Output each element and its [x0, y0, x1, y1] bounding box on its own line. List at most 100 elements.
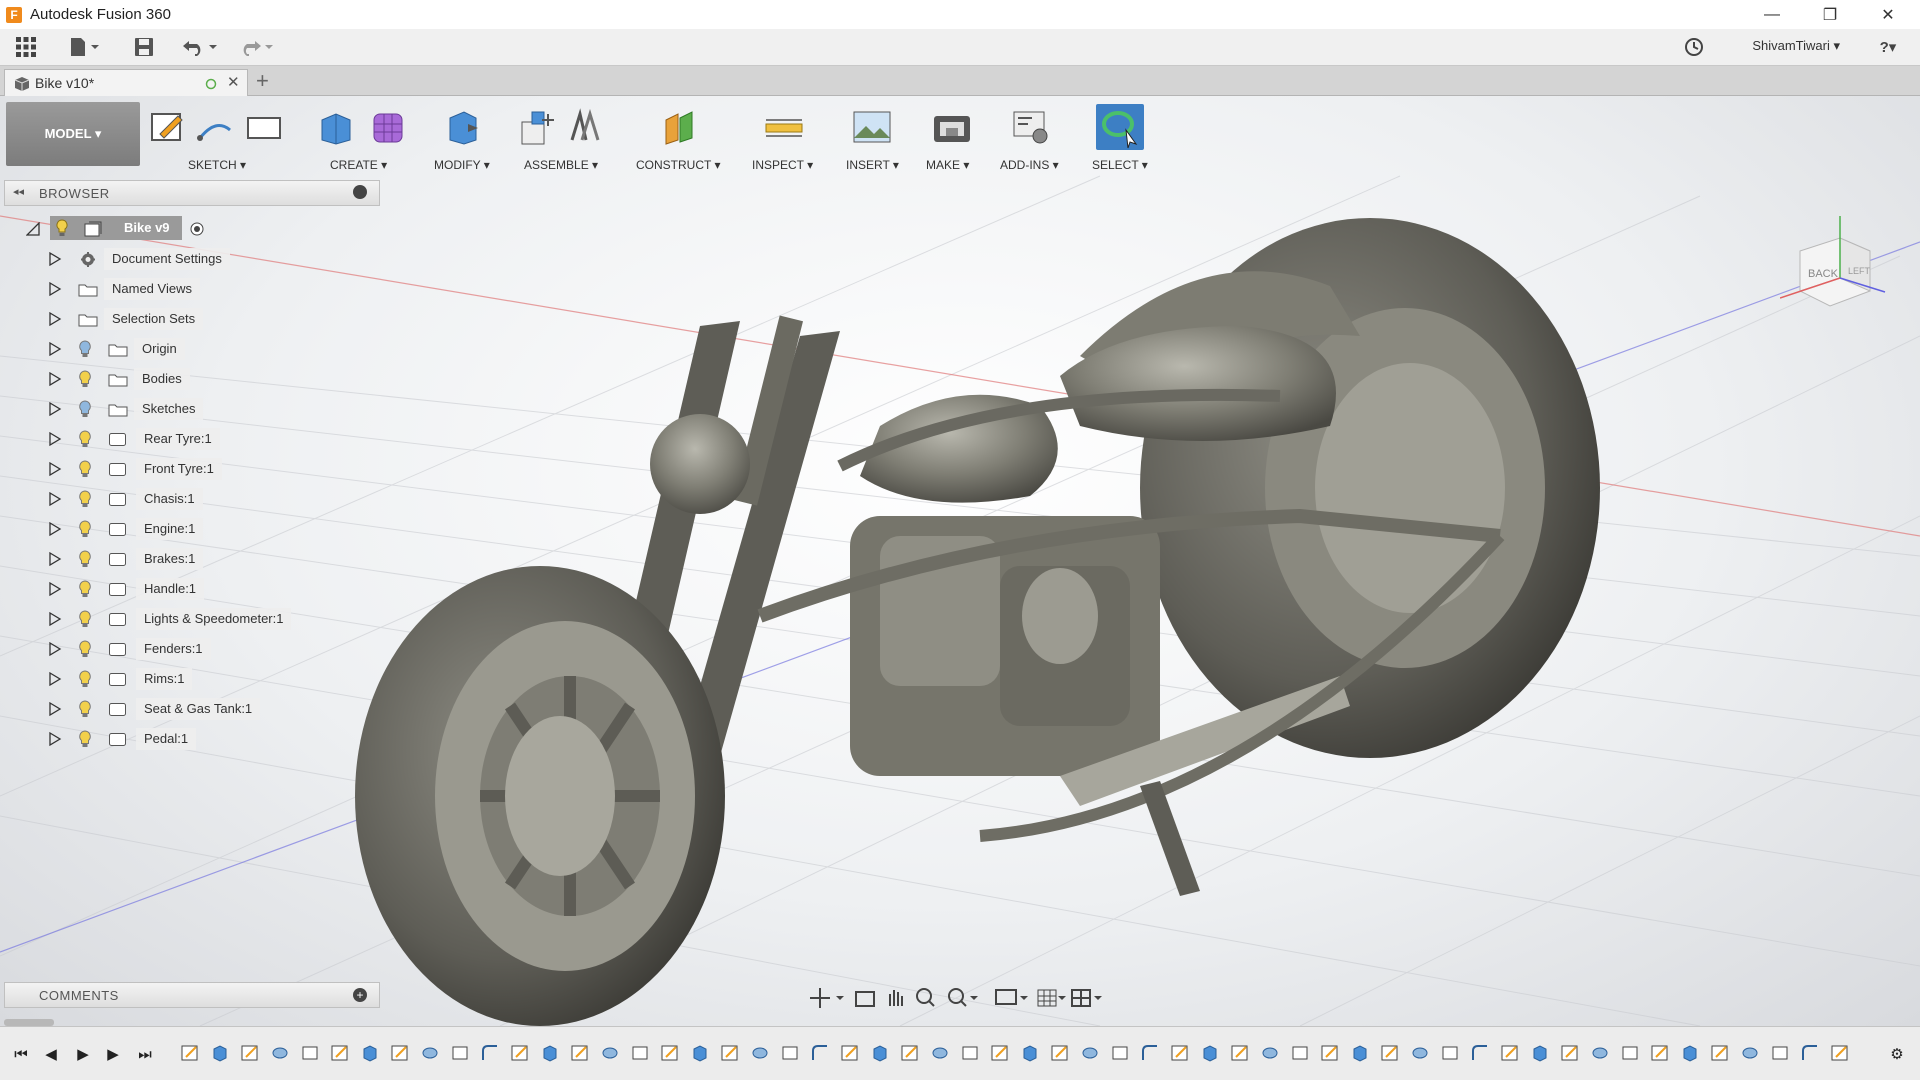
timeline-extrude-feature-icon[interactable] — [870, 1043, 890, 1063]
assemble-group[interactable]: ASSEMBLE ▾ — [518, 100, 614, 172]
timeline-box-feature-icon[interactable] — [1440, 1043, 1460, 1063]
timeline-sketch-feature-icon[interactable] — [990, 1043, 1010, 1063]
joint-icon[interactable] — [564, 108, 604, 146]
visibility-bulb-icon[interactable] — [78, 490, 92, 508]
expand-triangle-icon[interactable] — [48, 642, 62, 656]
measure-icon[interactable] — [764, 108, 804, 146]
timeline-revolve-feature-icon[interactable] — [930, 1043, 950, 1063]
visibility-bulb-icon[interactable] — [78, 550, 92, 568]
inspect-menu-label[interactable]: INSPECT ▾ — [752, 158, 813, 172]
document-tab[interactable]: Bike v10* ✕ — [4, 69, 248, 96]
timeline-sketch-feature-icon[interactable] — [510, 1043, 530, 1063]
expand-triangle-icon[interactable] — [48, 252, 62, 266]
tree-item[interactable]: Seat & Gas Tank:1 — [0, 694, 380, 724]
undo-icon[interactable] — [180, 34, 220, 60]
3d-print-icon[interactable] — [932, 108, 972, 146]
create-sketch-icon[interactable] — [148, 108, 188, 146]
extrude-icon[interactable] — [316, 108, 356, 146]
browser-panel-header[interactable]: ◂◂ BROWSER — [4, 180, 380, 206]
expand-triangle-icon[interactable] — [48, 342, 62, 356]
timeline-fillet-feature-icon[interactable] — [810, 1043, 830, 1063]
addins-group[interactable]: ADD-INS ▾ — [996, 100, 1076, 172]
timeline-box-feature-icon[interactable] — [960, 1043, 980, 1063]
collapse-triangle-icon[interactable] — [26, 222, 40, 236]
viewcube-back-face[interactable]: BACK — [1808, 268, 1838, 280]
timeline-revolve-feature-icon[interactable] — [1740, 1043, 1760, 1063]
new-tab-button[interactable]: + — [256, 68, 269, 94]
timeline-sketch-feature-icon[interactable] — [720, 1043, 740, 1063]
timeline-extrude-feature-icon[interactable] — [1020, 1043, 1040, 1063]
rectangle-icon[interactable] — [244, 108, 284, 146]
insert-menu-label[interactable]: INSERT ▾ — [846, 158, 899, 172]
inspect-group[interactable]: INSPECT ▾ — [748, 100, 828, 172]
press-pull-icon[interactable] — [442, 108, 482, 146]
add-comment-icon[interactable]: + — [353, 988, 367, 1002]
timeline-sketch-feature-icon[interactable] — [1050, 1043, 1070, 1063]
timeline-sketch-feature-icon[interactable] — [1170, 1043, 1190, 1063]
sketch-menu-label[interactable]: SKETCH ▾ — [188, 158, 246, 172]
timeline-box-feature-icon[interactable] — [1110, 1043, 1130, 1063]
timeline-sketch-feature-icon[interactable] — [1650, 1043, 1670, 1063]
expand-triangle-icon[interactable] — [48, 612, 62, 626]
go-to-start-icon[interactable]: ⏮ — [10, 1043, 32, 1065]
visibility-bulb-icon[interactable] — [78, 520, 92, 538]
timeline-revolve-feature-icon[interactable] — [270, 1043, 290, 1063]
redo-icon[interactable] — [236, 34, 276, 60]
visibility-bulb-icon[interactable] — [78, 580, 92, 598]
expand-triangle-icon[interactable] — [48, 312, 62, 326]
timeline-fillet-feature-icon[interactable] — [1140, 1043, 1160, 1063]
tree-item[interactable]: Rims:1 — [0, 664, 380, 694]
tree-item[interactable]: Rear Tyre:1 — [0, 424, 380, 454]
insert-group[interactable]: INSERT ▾ — [838, 100, 914, 172]
save-icon[interactable] — [130, 34, 158, 60]
step-back-icon[interactable]: ◀ — [40, 1043, 62, 1065]
visibility-bulb-icon[interactable] — [78, 460, 92, 478]
close-button[interactable]: ✕ — [1860, 0, 1916, 29]
job-status-clock-icon[interactable] — [1680, 34, 1708, 60]
timeline-fillet-feature-icon[interactable] — [1470, 1043, 1490, 1063]
timeline-revolve-feature-icon[interactable] — [1410, 1043, 1430, 1063]
line-icon[interactable] — [196, 108, 236, 146]
expand-triangle-icon[interactable] — [48, 282, 62, 296]
step-forward-icon[interactable]: ▶ — [102, 1043, 124, 1065]
tree-item[interactable]: Pedal:1 — [0, 724, 380, 754]
tree-item[interactable]: Handle:1 — [0, 574, 380, 604]
file-menu-icon[interactable] — [66, 34, 102, 60]
tree-item[interactable]: Front Tyre:1 — [0, 454, 380, 484]
expand-triangle-icon[interactable] — [48, 582, 62, 596]
browser-scrollbar[interactable] — [4, 1019, 54, 1026]
timeline-revolve-feature-icon[interactable] — [600, 1043, 620, 1063]
timeline-sketch-feature-icon[interactable] — [570, 1043, 590, 1063]
restore-button[interactable]: ❐ — [1802, 0, 1858, 29]
offset-plane-icon[interactable] — [660, 108, 700, 146]
expand-triangle-icon[interactable] — [48, 732, 62, 746]
assemble-menu-label[interactable]: ASSEMBLE ▾ — [524, 158, 598, 172]
construct-menu-label[interactable]: CONSTRUCT ▾ — [636, 158, 720, 172]
timeline-sketch-feature-icon[interactable] — [660, 1043, 680, 1063]
timeline-sketch-feature-icon[interactable] — [1560, 1043, 1580, 1063]
timeline-revolve-feature-icon[interactable] — [750, 1043, 770, 1063]
select-menu-label[interactable]: SELECT ▾ — [1092, 158, 1148, 172]
tree-item[interactable]: Origin — [0, 334, 380, 364]
addins-menu-label[interactable]: ADD-INS ▾ — [1000, 158, 1059, 172]
expand-triangle-icon[interactable] — [48, 672, 62, 686]
timeline-sketch-feature-icon[interactable] — [840, 1043, 860, 1063]
help-icon[interactable]: ?▾ — [1868, 34, 1908, 60]
timeline-box-feature-icon[interactable] — [630, 1043, 650, 1063]
view-cube[interactable]: BACK LEFT — [1779, 216, 1890, 326]
go-to-end-icon[interactable]: ⏭ — [134, 1043, 156, 1065]
timeline-feature-track[interactable] — [180, 1039, 1880, 1069]
comments-panel-header[interactable]: COMMENTS + — [4, 982, 380, 1008]
play-icon[interactable]: ▶ — [72, 1043, 94, 1065]
visibility-bulb-icon[interactable] — [78, 340, 92, 358]
tree-item[interactable]: Brakes:1 — [0, 544, 380, 574]
expand-triangle-icon[interactable] — [48, 492, 62, 506]
timeline-fillet-feature-icon[interactable] — [1800, 1043, 1820, 1063]
modify-group[interactable]: MODIFY ▾ — [432, 100, 518, 172]
scripts-addins-icon[interactable] — [1010, 108, 1050, 146]
timeline-box-feature-icon[interactable] — [450, 1043, 470, 1063]
timeline-extrude-feature-icon[interactable] — [1530, 1043, 1550, 1063]
visibility-bulb-icon[interactable] — [78, 640, 92, 658]
timeline-extrude-feature-icon[interactable] — [1680, 1043, 1700, 1063]
timeline-box-feature-icon[interactable] — [1290, 1043, 1310, 1063]
